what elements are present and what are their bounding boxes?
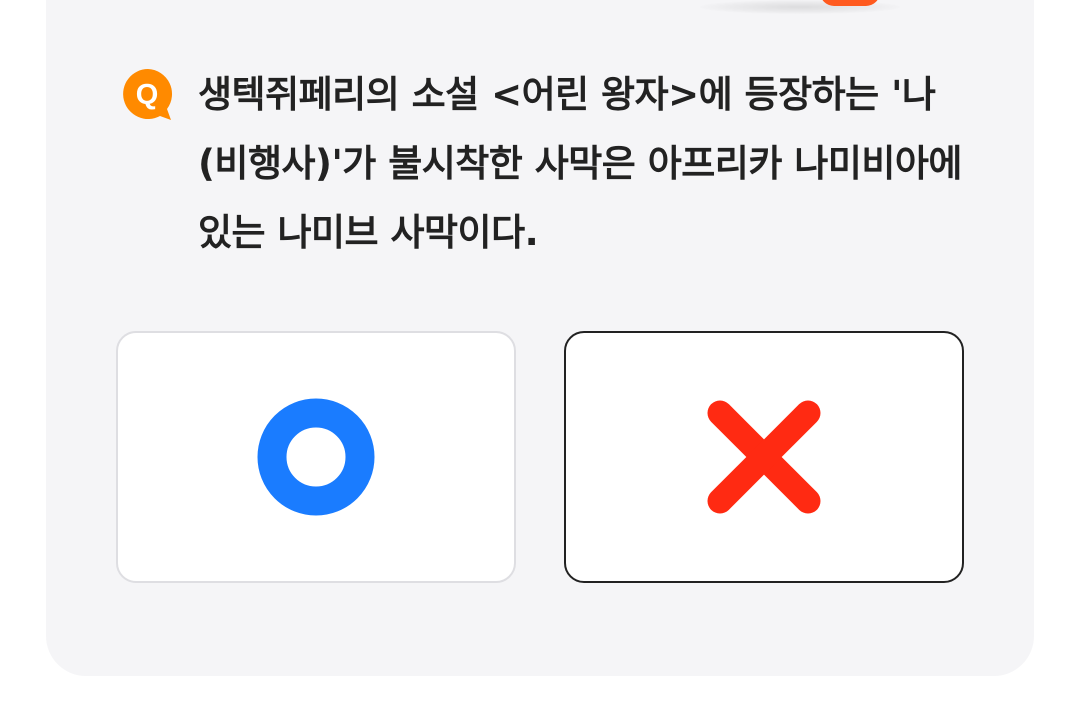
answer-x-button[interactable] xyxy=(564,331,964,583)
answer-o-button[interactable] xyxy=(116,331,516,583)
question-badge-label: Q xyxy=(136,79,159,111)
question-text: 생텍쥐페리의 소설 <어린 왕자>에 등장하는 '나(비행사)'가 불시착한 사… xyxy=(198,73,962,254)
quiz-page: Q 생텍쥐페리의 소설 <어린 왕자>에 등장하는 '나(비행사)'가 불시착한… xyxy=(0,0,1080,701)
question-badge-icon: Q xyxy=(120,66,176,122)
cross-x-icon xyxy=(707,400,821,514)
circle-o-icon xyxy=(257,398,375,516)
